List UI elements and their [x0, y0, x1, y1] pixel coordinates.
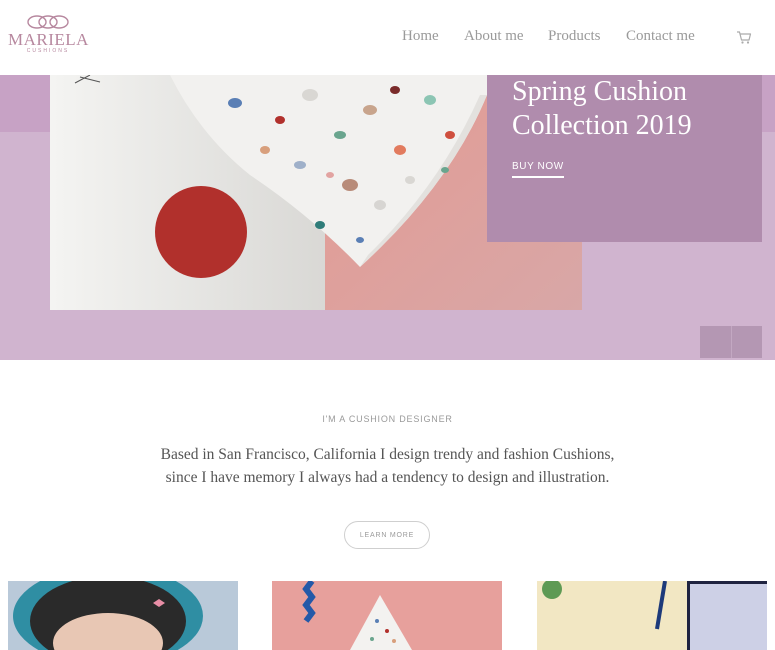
cart-button[interactable] — [736, 30, 752, 50]
cart-icon — [737, 31, 752, 44]
buy-now-button[interactable]: BUY NOW — [512, 161, 564, 178]
brand-name: MARIELA — [8, 30, 89, 49]
learn-more-button[interactable]: LEARN MORE — [344, 521, 430, 549]
nav-products[interactable]: Products — [548, 28, 601, 45]
nav-home[interactable]: Home — [402, 28, 439, 45]
site-header: MARIELA CUSHIONS Home About me Products … — [0, 0, 775, 75]
hero-banner: Spring Cushion Collection 2019 BUY NOW — [0, 75, 775, 360]
nav-about-me[interactable]: About me — [464, 28, 524, 45]
gallery-tile-1[interactable] — [8, 581, 238, 650]
nav-contact-me[interactable]: Contact me — [626, 28, 695, 45]
hero-title-line-1: Spring Cushion — [512, 76, 688, 107]
hero-title: Spring Cushion Collection 2019 — [512, 75, 752, 143]
section-eyebrow: I'M A CUSHION DESIGNER — [322, 414, 453, 424]
hero-panel: Spring Cushion Collection 2019 BUY NOW — [487, 75, 762, 242]
hero-title-line-2: Collection 2019 — [512, 110, 692, 141]
logo-rings-icon — [27, 15, 69, 29]
brand-logo[interactable]: MARIELA CUSHIONS — [8, 14, 88, 62]
slider-arrows[interactable] — [700, 326, 762, 358]
intro-text: Based in San Francisco, California I des… — [160, 446, 615, 486]
gallery-tile-3[interactable] — [537, 581, 767, 650]
gallery-tile-2[interactable] — [272, 581, 502, 650]
